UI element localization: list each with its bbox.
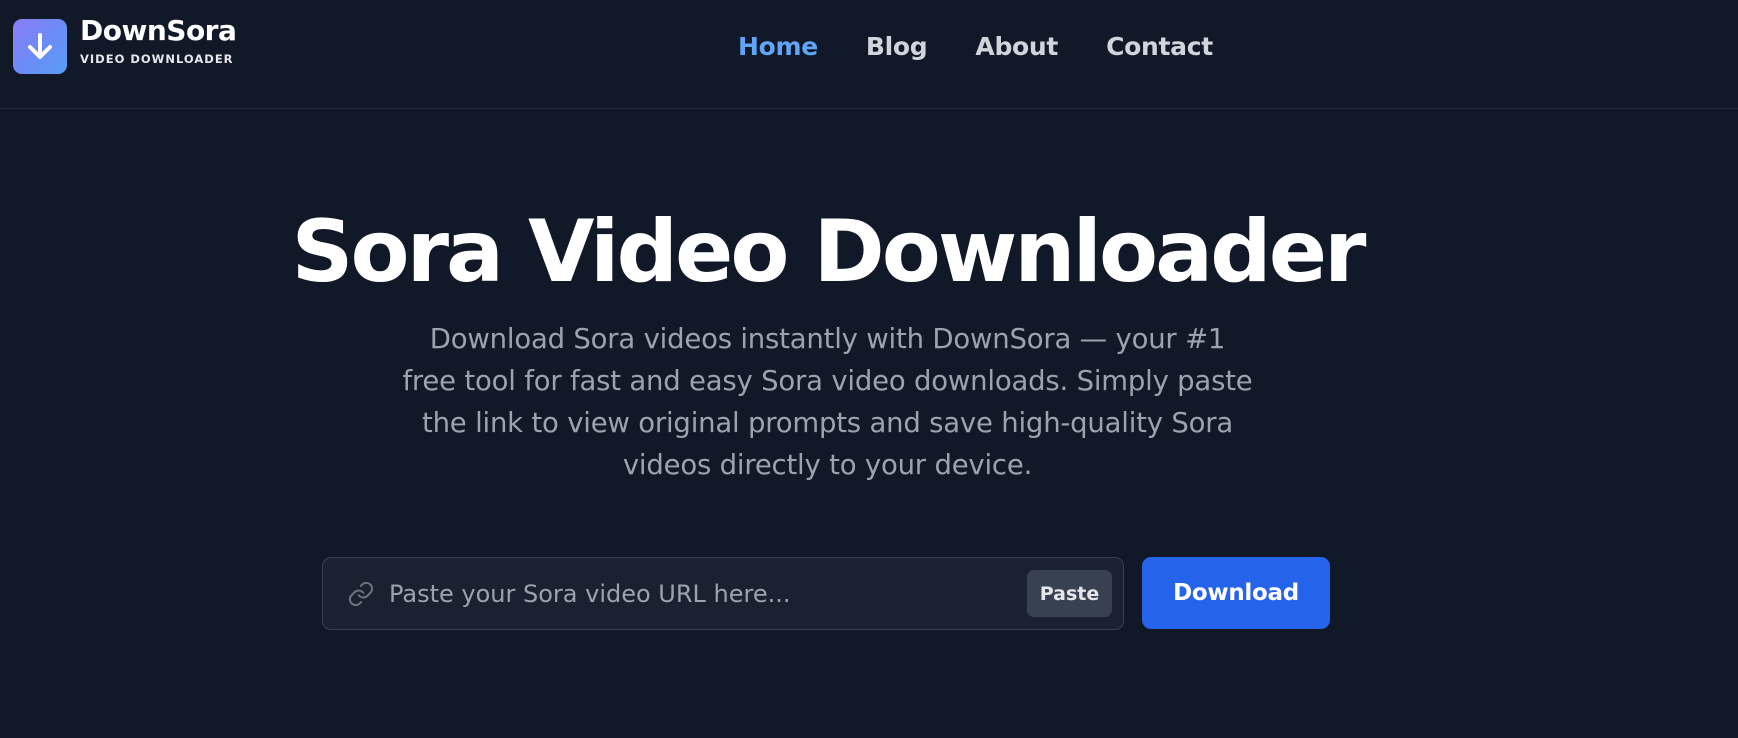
brand-name[interactable]: DownSora <box>80 14 237 47</box>
download-button[interactable]: Download <box>1142 557 1330 629</box>
paste-button[interactable]: Paste <box>1027 570 1112 617</box>
hero-title: Sora Video Downloader <box>291 202 1367 302</box>
brand-tagline: VIDEO DOWNLOADER <box>80 52 234 66</box>
url-input[interactable] <box>389 572 1009 616</box>
hero-description: Download Sora videos instantly with Down… <box>402 323 1253 481</box>
url-input-box: Paste <box>322 557 1124 630</box>
main-nav: Home Blog About Contact <box>738 32 1213 61</box>
nav-about[interactable]: About <box>975 32 1058 61</box>
nav-blog[interactable]: Blog <box>866 32 928 61</box>
download-arrow-icon <box>28 32 52 59</box>
site-header: DownSora VIDEO DOWNLOADER Home Blog Abou… <box>0 0 1738 109</box>
nav-contact[interactable]: Contact <box>1106 32 1213 61</box>
link-icon <box>348 581 374 607</box>
logo[interactable] <box>13 19 67 74</box>
nav-home[interactable]: Home <box>738 32 818 61</box>
